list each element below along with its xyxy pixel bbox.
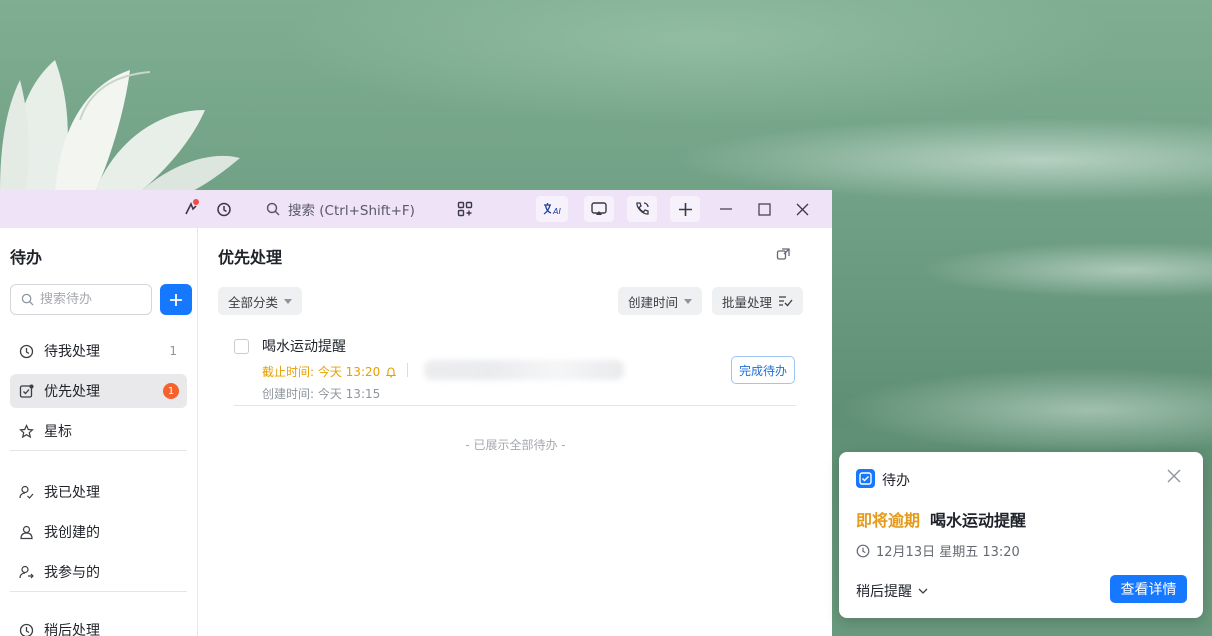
sidebar-item-label: 优先处理 [44,384,100,400]
main-panel: 优先处理 全部分类 创建时间 批量处理 喝水运动提醒 截止时间: 今天 13:2… [199,228,832,636]
sort-dropdown[interactable]: 创建时间 [618,287,703,315]
title-bar: 搜索 (Ctrl+Shift+F) AI [0,190,832,228]
priority-checklist-icon [18,383,34,399]
sidebar: 待办 待我处理 1 优先处理 1 星标 [0,228,198,636]
star-icon [18,423,34,439]
screen-share-icon[interactable] [584,196,614,222]
sidebar-item-participating[interactable]: 我参与的 [10,555,187,589]
sidebar-item-label: 待我处理 [44,344,100,360]
notification-time-text: 12月13日 星期五 13:20 [876,545,1020,560]
batch-list-icon [779,296,793,307]
caret-down-icon [684,298,693,304]
close-icon[interactable] [1167,469,1185,487]
add-icon[interactable] [670,196,700,222]
notification-time: 12月13日 星期五 13:20 [856,541,1020,560]
todo-search-input[interactable] [40,292,140,307]
task-deadline-text: 截止时间: 今天 13:20 [262,365,381,379]
notification-dot [193,199,199,205]
sidebar-item-label: 我已处理 [44,485,100,501]
batch-process-label: 批量处理 [722,294,773,310]
ai-translate-icon[interactable]: AI [536,196,568,222]
close-icon[interactable] [788,196,816,222]
clock-icon [18,343,34,359]
sidebar-item-pending[interactable]: 待我处理 1 [10,334,187,368]
sidebar-title: 待办 [10,248,43,267]
list-end-text: - 已展示全部待办 - [465,438,566,452]
sidebar-item-label: 我创建的 [44,525,100,541]
user-check-icon [18,484,34,500]
pending-count: 1 [169,344,177,358]
task-created: 创建时间: 今天 13:15 [262,387,381,401]
sidebar-divider [10,450,187,451]
global-search[interactable]: 搜索 (Ctrl+Shift+F) [256,197,428,221]
todo-search[interactable] [10,284,152,315]
redacted-content [424,360,624,380]
svg-text:AI: AI [552,207,561,216]
maximize-icon[interactable] [750,196,778,222]
search-icon [266,202,280,216]
task-separator [407,363,408,377]
add-todo-button[interactable] [160,284,192,315]
sidebar-item-label: 我参与的 [44,565,100,581]
user-icon [18,524,34,540]
todo-app-window: 搜索 (Ctrl+Shift+F) AI 待办 搜索待办 待我处理 1 优先处理… [0,190,832,636]
clock-icon [856,544,870,557]
task-row[interactable]: 喝水运动提醒 截止时间: 今天 13:20 创建时间: 今天 13:15 完成待… [234,326,796,406]
sidebar-item-later[interactable]: 稍后处理 [10,613,187,636]
overdue-soon-tag: 即将逾期 [856,511,921,530]
category-filter-label: 全部分类 [228,294,279,310]
complete-todo-button[interactable]: 完成待办 [731,356,795,384]
open-in-window-icon[interactable] [776,246,794,264]
search-icon [21,293,34,306]
todo-app-icon [856,469,875,488]
history-icon[interactable] [209,196,237,222]
notification-title: 即将逾期 喝水运动提醒 [856,507,1026,531]
plus-icon [170,293,182,306]
batch-process-button[interactable]: 批量处理 [712,287,804,315]
sidebar-item-starred[interactable]: 星标 [10,414,187,448]
wallpaper-lotus [0,60,240,192]
minimize-icon[interactable] [712,196,740,222]
snooze-label: 稍后提醒 [856,584,912,600]
user-share-icon [18,564,34,580]
chevron-down-icon [918,588,928,594]
notification-app-name: 待办 [882,473,910,489]
bell-icon [385,366,397,377]
quick-actions-icon[interactable] [177,196,205,222]
sidebar-divider [10,591,187,592]
global-search-placeholder: 搜索 (Ctrl+Shift+F) [288,203,415,219]
snooze-dropdown[interactable]: 稍后提醒 [856,581,928,601]
snooze-icon [18,622,34,636]
task-title[interactable]: 喝水运动提醒 [262,336,346,356]
category-filter[interactable]: 全部分类 [218,287,303,315]
phone-call-icon[interactable] [627,196,657,222]
apps-icon[interactable] [451,196,479,222]
sidebar-item-priority[interactable]: 优先处理 1 [10,374,187,408]
notification-task-title: 喝水运动提醒 [930,511,1027,530]
view-details-button[interactable]: 查看详情 [1110,575,1187,603]
priority-badge: 1 [163,383,179,399]
sidebar-item-label: 星标 [44,424,72,440]
task-checkbox[interactable] [234,339,249,354]
sidebar-item-done-by-me[interactable]: 我已处理 [10,475,187,509]
sidebar-item-label: 稍后处理 [44,623,100,636]
task-deadline: 截止时间: 今天 13:20 [262,363,397,380]
sort-label: 创建时间 [628,294,679,310]
sidebar-item-created-by-me[interactable]: 我创建的 [10,515,187,549]
page-title: 优先处理 [218,248,283,267]
caret-down-icon [284,298,293,304]
reminder-notification[interactable]: 待办 即将逾期 喝水运动提醒 12月13日 星期五 13:20 稍后提醒 查看详… [839,452,1203,618]
